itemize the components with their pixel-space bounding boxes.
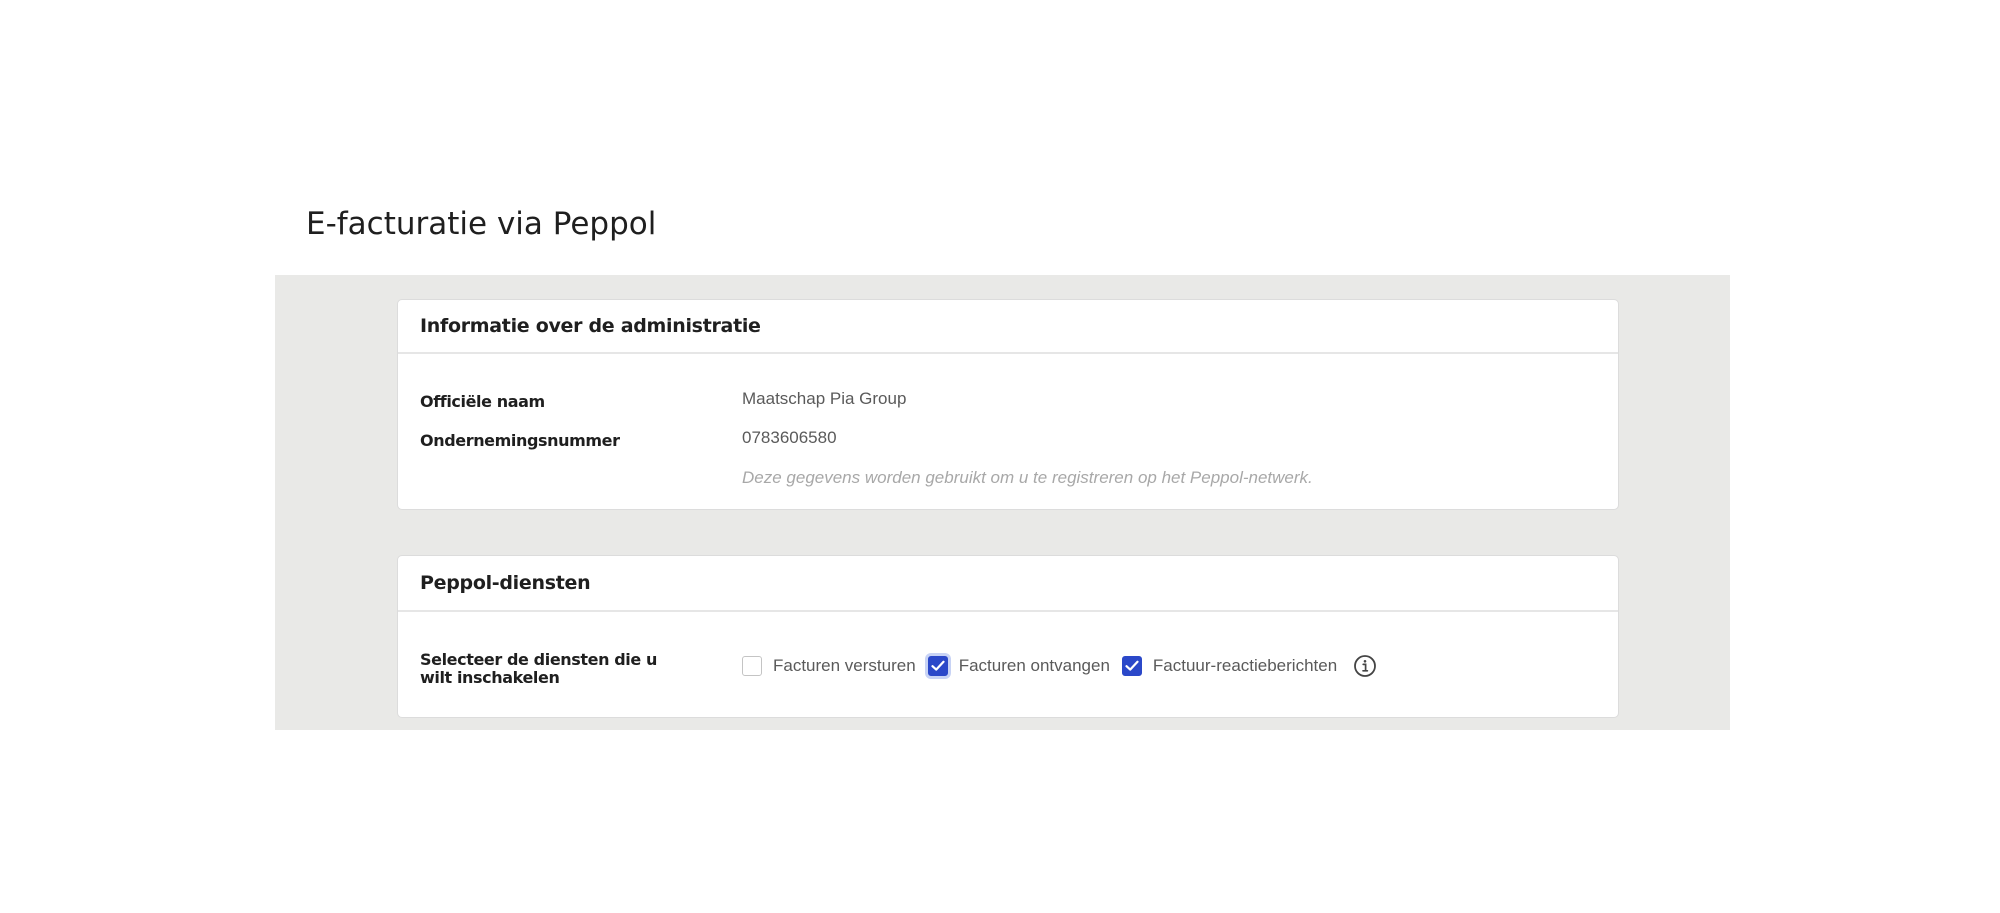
peppol-services-card: Peppol-diensten Selecteer de diensten di…	[397, 555, 1619, 718]
services-select-label: Selecteer de diensten die u wilt inschak…	[420, 650, 657, 687]
card-title: Informatie over de administratie	[420, 315, 761, 337]
send-invoices-label: Facturen versturen	[773, 656, 916, 675]
content-area: Informatie over de administratie Officië…	[275, 275, 1730, 730]
official-name-label: Officiële naam	[420, 392, 545, 411]
official-name-value: Maatschap Pia Group	[742, 389, 907, 408]
card-header: Peppol-diensten	[398, 556, 1618, 612]
card-header: Informatie over de administratie	[398, 300, 1618, 354]
checkmark-icon	[931, 660, 945, 671]
page: E-facturatie via Peppol Informatie over …	[0, 0, 2000, 913]
card-title: Peppol-diensten	[420, 572, 591, 594]
send-invoices-checkbox[interactable]	[742, 656, 762, 676]
invoice-responses-label: Factuur-reactieberichten	[1152, 656, 1338, 675]
option-invoice-responses[interactable]: Factuur-reactieberichten	[1121, 656, 1338, 676]
company-number-label: Ondernemingsnummer	[420, 431, 620, 450]
info-circle-icon[interactable]	[1353, 654, 1377, 678]
checkmark-icon	[1125, 660, 1139, 671]
receive-invoices-checkbox[interactable]	[927, 656, 948, 676]
services-options: Facturen versturen Facturen ontvangen Fa…	[742, 651, 1377, 681]
company-number-value: 0783606580	[742, 428, 837, 447]
page-title: E-facturatie via Peppol	[306, 206, 657, 242]
receive-invoices-label: Facturen ontvangen	[958, 656, 1110, 675]
administration-info-card: Informatie over de administratie Officië…	[397, 299, 1619, 510]
option-receive-invoices[interactable]: Facturen ontvangen	[927, 656, 1110, 676]
invoice-responses-checkbox[interactable]	[1121, 656, 1142, 676]
option-send-invoices[interactable]: Facturen versturen	[742, 656, 916, 676]
registration-hint: Deze gegevens worden gebruikt om u te re…	[742, 468, 1313, 487]
